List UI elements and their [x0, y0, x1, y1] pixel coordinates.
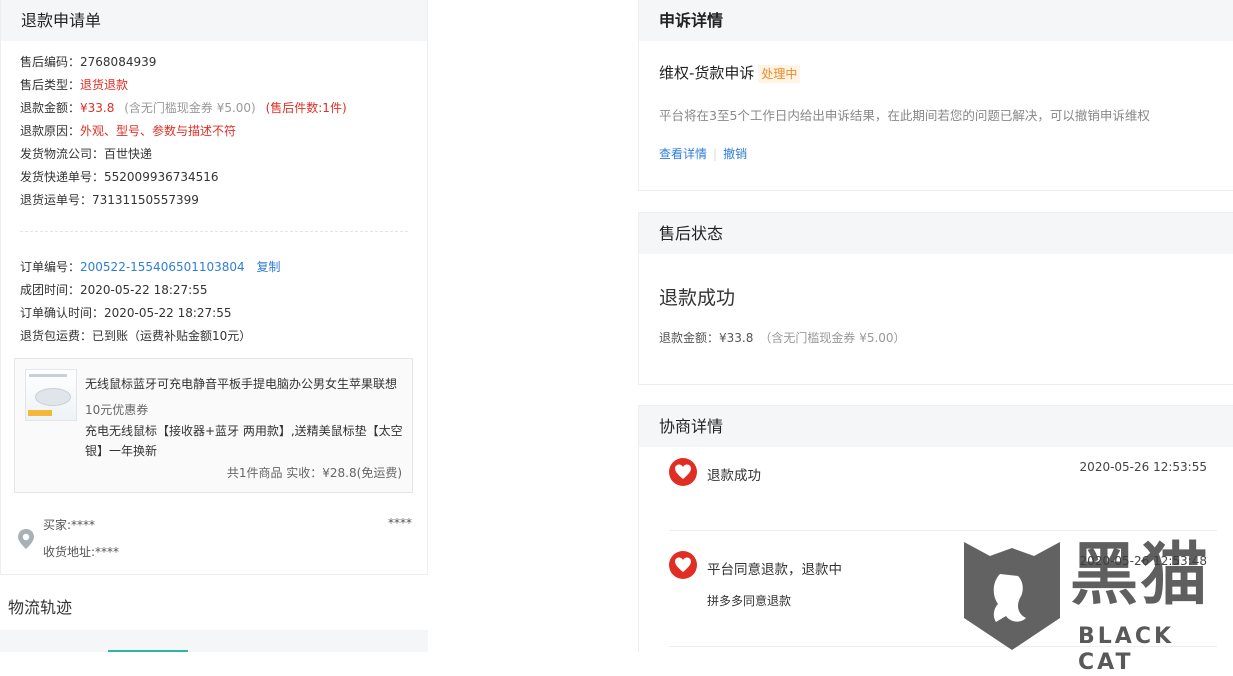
refund-amount-label: 退款金额： — [20, 101, 81, 115]
group-time-row: 成团时间：2020-05-22 18:27:55 — [20, 281, 207, 298]
negotiation-item-text: 退款成功 — [707, 468, 761, 484]
ship-tracking-label: 发货快递单号： — [20, 170, 105, 184]
pinduoduo-avatar-icon — [669, 551, 697, 579]
after-sale-type-row: 售后类型：退货退款 — [20, 76, 128, 93]
order-no-label: 订单编号： — [20, 260, 81, 274]
return-shipping-label: 退货包运费： — [20, 329, 93, 343]
refund-amount-coupon: (含无门槛现金券 ¥5.00) — [124, 101, 256, 115]
status-amount-coupon: （含无门槛现金券 ¥5.00） — [759, 331, 906, 345]
appeal-detail-panel: 申诉详情 维权-货款申诉 处理中 平台将在3至5个工作日内给出申诉结果，在此期间若… — [638, 0, 1233, 191]
copy-order-button[interactable]: 复制 — [257, 260, 281, 274]
negotiation-detail-title: 协商详情 — [639, 406, 1233, 447]
after-sale-code-value: 2768084939 — [80, 55, 157, 69]
location-pin-icon — [18, 529, 34, 549]
group-time-value: 2020-05-22 18:27:55 — [80, 283, 208, 297]
refund-request-panel: 退款申请单 售后编码：2768084939 售后类型：退货退款 退款金额：¥33… — [0, 0, 428, 575]
shipping-address: 收货地址:**** — [43, 545, 120, 559]
confirm-time-value: 2020-05-22 18:27:55 — [104, 306, 232, 320]
return-tracking-value: 73131150557399 — [92, 193, 199, 207]
status-amount-label: 退款金额： — [659, 331, 720, 345]
refund-reason-label: 退款原因： — [20, 124, 81, 138]
after-sale-status-panel: 售后状态 退款成功 退款金额：¥33.8 （含无门槛现金券 ¥5.00） — [638, 212, 1233, 385]
refund-request-title: 退款申请单 — [1, 0, 427, 41]
negotiation-item-text: 平台同意退款，退款中 — [707, 562, 842, 578]
logistics-title: 物流轨迹 — [8, 598, 73, 617]
negotiation-detail-panel: 协商详情 退款成功 2020-05-26 12:53:55 平台同意退款，退款中… — [638, 405, 1233, 652]
negotiation-item-time: 2020-05-26 12:53:48 — [1079, 554, 1207, 568]
refund-amount-row: 退款金额：¥33.8 (含无门槛现金券 ¥5.00) (售后件数:1件) — [20, 99, 347, 116]
appeal-detail-title: 申诉详情 — [639, 0, 1233, 41]
after-sale-type-value: 退货退款 — [80, 78, 129, 92]
action-separator: | — [713, 147, 718, 161]
product-name[interactable]: 无线鼠标蓝牙可充电静音平板手提电脑办公男女生苹果联想 — [85, 374, 405, 394]
product-card[interactable]: 无线鼠标蓝牙可充电静音平板手提电脑办公男女生苹果联想 10元优惠券 充电无线鼠标… — [14, 358, 413, 493]
status-amount-row: 退款金额：¥33.8 （含无门槛现金券 ¥5.00） — [659, 329, 906, 346]
appeal-subject: 维权-货款申诉 — [659, 64, 755, 82]
pinduoduo-avatar-icon — [669, 458, 697, 486]
appeal-description: 平台将在3至5个工作日内给出申诉结果，在此期间若您的问题已解决，可以撤销申诉维权 — [659, 108, 1150, 123]
order-no-row: 订单编号：200522-155406501103804 复制 — [20, 258, 281, 275]
refund-reason-row: 退款原因：外观、型号、参数与描述不符 — [20, 122, 236, 139]
after-sale-status-title: 售后状态 — [639, 213, 1233, 254]
negotiation-item-subtext: 拼多多同意退款 — [707, 594, 792, 608]
product-coupon: 10元优惠券 — [85, 403, 149, 417]
confirm-time-row: 订单确认时间：2020-05-22 18:27:55 — [20, 304, 231, 321]
status-amount-value: ¥33.8 — [719, 331, 754, 345]
ship-company-row: 发货物流公司：百世快递 — [20, 145, 152, 162]
buyer-name: 买家:**** — [43, 518, 96, 532]
appeal-subject-row: 维权-货款申诉 处理中 — [659, 62, 801, 83]
refund-reason-value: 外观、型号、参数与描述不符 — [80, 124, 237, 138]
refund-amount-count: (售后件数:1件) — [265, 101, 347, 115]
negotiation-item-time: 2020-05-26 12:53:55 — [1079, 460, 1207, 474]
product-thumbnail[interactable] — [25, 369, 77, 421]
order-no-link[interactable]: 200522-155406501103804 — [80, 260, 245, 274]
group-time-label: 成团时间： — [20, 283, 81, 297]
after-sale-type-label: 售后类型： — [20, 78, 81, 92]
return-tracking-row: 退货运单号：73131150557399 — [20, 191, 199, 208]
after-sale-code-label: 售后编码： — [20, 55, 81, 69]
section-divider — [20, 231, 408, 232]
product-spec: 充电无线鼠标【接收器+蓝牙 两用款】,送精美鼠标垫【太空银】一年换新 — [85, 424, 403, 458]
product-summary: 共1件商品 实收：¥28.8(免运费) — [226, 466, 402, 480]
ship-company-value: 百世快递 — [104, 147, 153, 161]
negotiation-divider — [669, 530, 1217, 531]
cancel-appeal-link[interactable]: 撤销 — [723, 147, 747, 161]
logistics-header-bar — [0, 630, 428, 652]
appeal-status-tag: 处理中 — [758, 64, 801, 83]
refund-status: 退款成功 — [659, 287, 736, 309]
confirm-time-label: 订单确认时间： — [20, 306, 105, 320]
after-sale-code-row: 售后编码：2768084939 — [20, 53, 156, 70]
return-shipping-row: 退货包运费：已到账（运费补贴金额10元） — [20, 327, 251, 344]
view-details-link[interactable]: 查看详情 — [659, 147, 707, 161]
negotiation-divider — [669, 646, 1217, 647]
refund-amount-value: ¥33.8 — [80, 101, 115, 115]
return-tracking-label: 退货运单号： — [20, 193, 93, 207]
ship-tracking-value: 552009936734516 — [104, 170, 219, 184]
return-shipping-value: 已到账（运费补贴金额10元） — [92, 329, 252, 343]
ship-tracking-row: 发货快递单号：552009936734516 — [20, 168, 219, 185]
buyer-phone: **** — [388, 516, 412, 530]
appeal-actions: 查看详情 | 撤销 — [659, 145, 747, 162]
ship-company-label: 发货物流公司： — [20, 147, 105, 161]
